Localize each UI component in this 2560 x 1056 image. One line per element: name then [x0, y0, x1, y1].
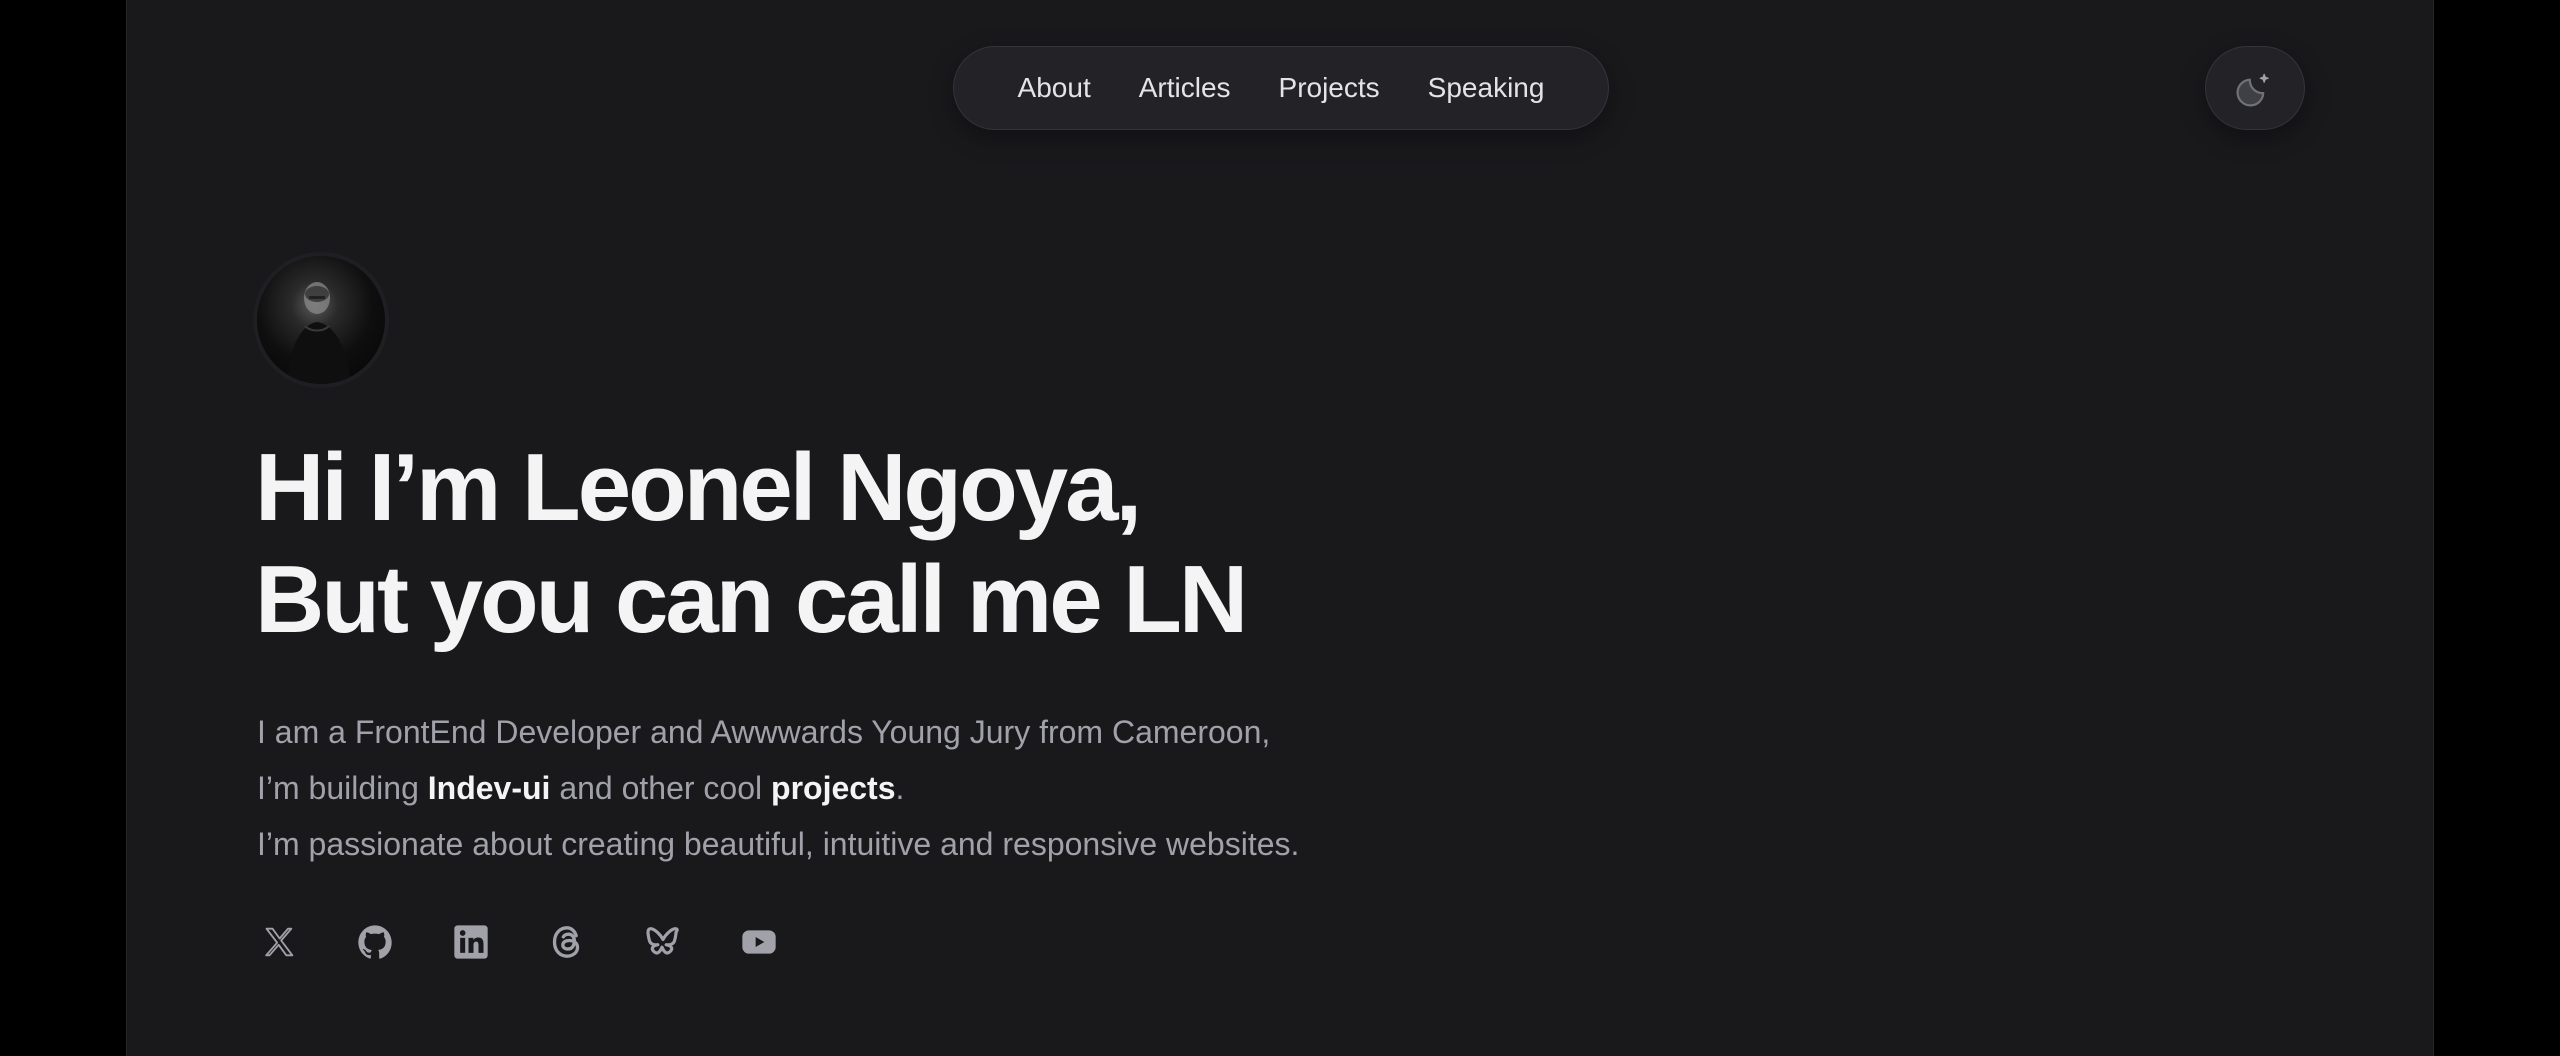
hero-headline: Hi I’m Leonel Ngoya, But you can call me… — [255, 432, 1655, 656]
youtube-link[interactable] — [737, 920, 781, 964]
linkedin-link[interactable] — [449, 920, 493, 964]
github-link[interactable] — [353, 920, 397, 964]
intro-line-2-mid: and other cool — [550, 770, 772, 806]
github-icon — [358, 925, 392, 959]
hero-intro: I am a FrontEnd Developer and Awwwards Y… — [257, 704, 1757, 872]
nav-speaking[interactable]: Speaking — [1404, 46, 1569, 130]
main-nav: About Articles Projects Speaking — [953, 46, 1609, 130]
headline-line-1: Hi I’m Leonel Ngoya, — [255, 434, 1142, 541]
intro-line-2-suffix: . — [895, 770, 905, 806]
projects-link[interactable]: projects — [771, 770, 895, 806]
indev-ui-link[interactable]: Indev-ui — [428, 770, 551, 806]
profile-photo — [287, 282, 351, 384]
linkedin-icon — [454, 925, 488, 959]
bluesky-icon — [646, 927, 679, 955]
theme-toggle-button[interactable] — [2205, 46, 2305, 130]
intro-line-1: I am a FrontEnd Developer and Awwwards Y… — [257, 714, 1271, 750]
threads-icon — [552, 926, 580, 958]
x-twitter-icon — [265, 927, 294, 957]
nav-articles[interactable]: Articles — [1115, 46, 1255, 130]
bluesky-link[interactable] — [641, 920, 685, 964]
social-links — [257, 920, 781, 964]
avatar — [257, 256, 385, 384]
intro-line-2-prefix: I’m building — [257, 770, 428, 806]
threads-link[interactable] — [545, 920, 589, 964]
page-container: About Articles Projects Speaking Hi I’m … — [126, 0, 2434, 1056]
headline-line-2: But you can call me LN — [255, 546, 1248, 653]
nav-projects[interactable]: Projects — [1255, 46, 1404, 130]
moon-sparkle-icon — [2236, 73, 2269, 107]
nav-about[interactable]: About — [994, 46, 1115, 130]
intro-line-2: I’m building Indev-ui and other cool pro… — [257, 760, 1757, 816]
intro-line-3: I’m passionate about creating beautiful,… — [257, 826, 1300, 862]
youtube-icon — [742, 930, 776, 954]
x-twitter-link[interactable] — [257, 920, 301, 964]
